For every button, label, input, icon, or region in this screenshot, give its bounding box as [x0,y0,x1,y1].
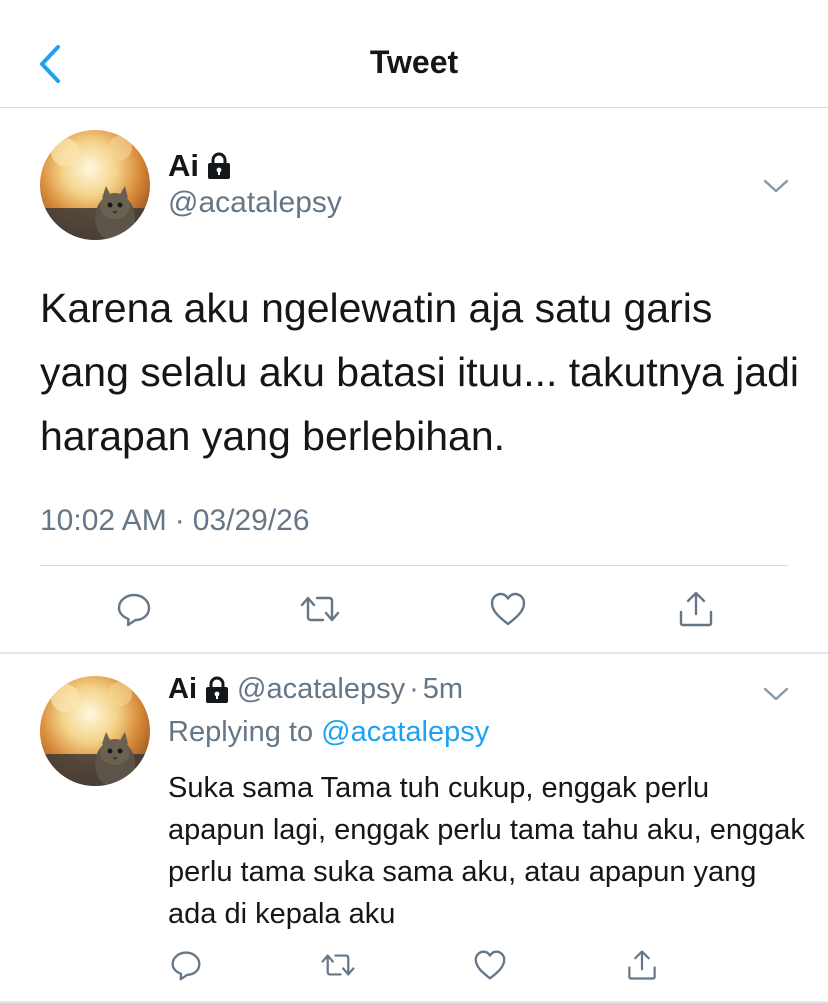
top-bar: Tweet [0,0,828,108]
tweet-timestamp: 10:02 AM · 03/29/26 [40,504,310,538]
more-options-button[interactable] [762,176,790,196]
tweet-date: 03/29/26 [192,504,310,537]
reply-reply-button[interactable] [166,945,206,985]
share-icon [628,950,656,980]
avatar-image [40,676,150,786]
retweet-button[interactable] [298,588,342,630]
reply-avatar[interactable] [40,676,150,786]
reply-author-handle[interactable]: @acatalepsy [237,673,405,706]
share-button[interactable] [674,588,718,630]
like-button[interactable] [486,588,530,630]
tweet-time: 10:02 AM [40,504,167,537]
author-row: Ai [168,148,231,184]
avatar-image [40,130,150,240]
reply-icon [117,593,151,627]
tweet-text: Karena aku ngelewatin aja satu garis yan… [40,285,799,459]
chevron-down-icon [763,687,789,701]
page-title: Tweet [369,44,459,80]
reply-share-button[interactable] [622,945,662,985]
share-icon [679,591,713,627]
reply-time: 5m [422,673,464,705]
chevron-down-icon [763,179,789,193]
reply-separator: · [409,673,419,705]
reply-author-name[interactable]: Ai [168,673,197,706]
like-icon [490,592,526,626]
reply-retweet-button[interactable] [318,945,358,985]
avatar[interactable] [40,130,150,240]
replying-to-handle[interactable]: @acatalepsy [321,716,489,748]
section-divider [0,652,828,654]
author-name[interactable]: Ai [168,148,199,184]
timestamp-separator: · [174,504,185,537]
reply-author-row: Ai @acatalepsy · 5m [168,673,463,706]
replying-to-label: Replying to [168,716,314,748]
reply-like-button[interactable] [470,945,510,985]
retweet-icon [300,596,340,622]
retweet-icon [321,954,355,976]
reply-text: Suka sama Tama tuh cukup, enggak perlu a… [168,772,805,930]
author-handle[interactable]: @acatalepsy [168,186,342,220]
reply-more-options-button[interactable] [762,684,790,704]
replying-to: Replying to @acatalepsy [168,716,489,749]
like-icon [474,950,506,980]
lock-icon [207,152,231,180]
divider [40,565,788,566]
reply-button[interactable] [112,588,156,630]
reply-icon [171,951,201,981]
lock-icon [205,676,229,704]
